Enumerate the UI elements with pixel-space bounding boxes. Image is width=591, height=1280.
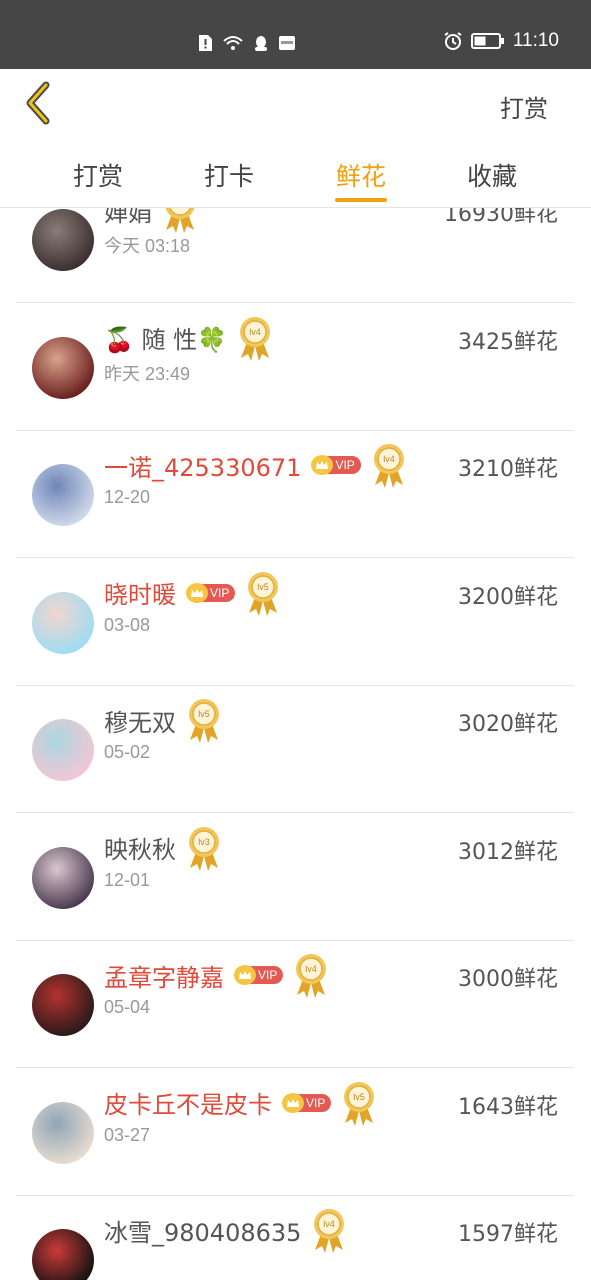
name-line: 晓时暖 VIP lv5 [104, 571, 281, 616]
level-medal-icon: lv3 [189, 826, 219, 871]
list-item[interactable]: 冰雪_980408635 lv4 1597鲜花 [16, 1196, 574, 1280]
vip-badge: VIP [282, 1092, 332, 1113]
user-name[interactable]: 皮卡丘不是皮卡 [104, 1085, 272, 1120]
level-label: lv4 [324, 1219, 336, 1229]
tab-bar: 打赏 打卡 鲜花 收藏 [0, 139, 591, 208]
status-time: 11:10 [512, 30, 559, 51]
name-line: 映秋秋 lv3 [104, 826, 222, 871]
user-name[interactable]: 映秋秋 [104, 830, 176, 865]
crown-icon [282, 1092, 304, 1113]
avatar[interactable] [32, 1229, 94, 1280]
name-line: 婵娟 lv6 [104, 208, 198, 233]
flower-count: 3020鲜花 [458, 712, 558, 737]
user-name[interactable]: 🍒 随 性🍀 [104, 320, 227, 355]
user-name[interactable]: 冰雪_980408635 [104, 1213, 301, 1248]
user-name[interactable]: 晓时暖 [104, 575, 176, 610]
level-medal-icon: lv5 [344, 1081, 375, 1126]
flower-ranking-list: 婵娟 lv6 今天 03:18 16930鲜花 🍒 随 性🍀 lv4 昨天 23:49 342… [0, 208, 591, 1280]
level-label: lv4 [249, 327, 261, 337]
flower-count: 1643鲜花 [458, 1094, 558, 1120]
user-name[interactable]: 一诺_425330671 [104, 448, 301, 483]
level-medal-icon: lv4 [240, 316, 271, 361]
avatar[interactable] [32, 1101, 94, 1164]
crown-icon [234, 965, 256, 985]
timestamp: 05-04 [104, 997, 151, 1017]
avatar[interactable] [32, 846, 94, 909]
list-item[interactable]: 婵娟 lv6 今天 03:18 16930鲜花 [16, 208, 574, 303]
alarm-icon [444, 32, 462, 50]
vip-badge: VIP [186, 582, 236, 603]
nav-bar: 打赏 [0, 69, 591, 139]
name-line: 一诺_425330671 VIP lv4 [104, 444, 407, 488]
wifi-icon [223, 36, 243, 50]
level-medal-icon: lv4 [314, 1209, 345, 1253]
avatar[interactable] [32, 209, 94, 271]
vip-badge: VIP [311, 455, 361, 475]
timestamp: 03-08 [104, 614, 151, 635]
name-line: 穆无双 lv5 [104, 699, 222, 743]
level-label: lv5 [258, 582, 270, 592]
list-item[interactable]: 孟章字静嘉 VIP lv4 05-04 3000鲜花 [16, 941, 574, 1068]
list-item[interactable]: 一诺_425330671 VIP lv4 12-20 3210鲜花 [16, 431, 574, 558]
list-item[interactable]: 映秋秋 lv3 12-01 3012鲜花 [16, 814, 574, 941]
chevron-left-icon [26, 81, 50, 125]
tab-flowers[interactable]: 鲜花 [316, 157, 406, 193]
name-line: 皮卡丘不是皮卡 VIP lv5 [104, 1081, 377, 1126]
reward-action-button[interactable]: 打赏 [500, 89, 548, 124]
avatar[interactable] [32, 719, 94, 781]
list-item[interactable]: 晓时暖 VIP lv5 03-08 3200鲜花 [16, 559, 574, 686]
flower-count: 3012鲜花 [458, 839, 558, 865]
name-line: 冰雪_980408635 lv4 [104, 1209, 347, 1253]
timestamp: 昨天 23:49 [104, 363, 191, 384]
avatar[interactable] [32, 591, 94, 654]
status-bar: 11:10 [0, 0, 591, 69]
level-label: lv4 [383, 454, 395, 464]
level-medal-icon: lv4 [373, 444, 404, 488]
level-medal-icon: lv6 [165, 208, 195, 233]
level-medal-icon: lv5 [189, 699, 219, 743]
list-item[interactable]: 皮卡丘不是皮卡 VIP lv5 03-27 1643鲜花 [16, 1069, 574, 1196]
flower-count: 3425鲜花 [458, 329, 558, 355]
avatar[interactable] [32, 336, 94, 399]
back-button[interactable] [20, 81, 60, 125]
flower-count: 3210鲜花 [458, 457, 558, 482]
name-line: 孟章字静嘉 VIP lv4 [104, 954, 329, 998]
list-item[interactable]: 🍒 随 性🍀 lv4 昨天 23:49 3425鲜花 [16, 304, 574, 431]
level-label: lv6 [174, 208, 186, 209]
level-label: lv5 [354, 1092, 366, 1102]
timestamp: 今天 03:18 [104, 236, 191, 256]
level-label: lv4 [306, 964, 318, 974]
message-icon [279, 36, 295, 50]
user-name[interactable]: 穆无双 [104, 703, 176, 738]
user-name[interactable]: 孟章字静嘉 [104, 958, 224, 993]
timestamp: 12-20 [104, 487, 151, 507]
timestamp: 03-27 [104, 1124, 151, 1145]
timestamp: 05-02 [104, 742, 151, 762]
sim-alert-icon [199, 35, 212, 51]
tab-favorites[interactable]: 收藏 [447, 157, 537, 193]
avatar[interactable] [32, 464, 94, 526]
avatar[interactable] [32, 974, 94, 1036]
active-tab-indicator [335, 198, 387, 202]
vip-badge: VIP [234, 965, 284, 985]
flower-count: 1597鲜花 [458, 1222, 558, 1247]
crown-icon [186, 582, 208, 603]
level-label: lv3 [198, 837, 210, 847]
level-medal-icon: lv5 [248, 571, 279, 616]
level-medal-icon: lv4 [296, 954, 327, 998]
list-item[interactable]: 穆无双 lv5 05-02 3020鲜花 [16, 686, 574, 813]
name-line: 🍒 随 性🍀 lv4 [104, 316, 273, 361]
status-icons-center [196, 34, 296, 52]
flower-count: 16930鲜花 [444, 208, 558, 227]
timestamp: 12-01 [104, 869, 151, 890]
level-label: lv5 [198, 709, 210, 719]
tab-checkin[interactable]: 打卡 [184, 157, 274, 193]
user-name[interactable]: 婵娟 [104, 208, 152, 228]
flower-count: 3200鲜花 [458, 584, 558, 610]
status-icons-right: 11:10 [443, 30, 559, 52]
qq-icon [255, 36, 267, 51]
flower-count: 3000鲜花 [458, 967, 558, 992]
battery-icon [470, 33, 504, 49]
tab-reward[interactable]: 打赏 [53, 157, 143, 193]
